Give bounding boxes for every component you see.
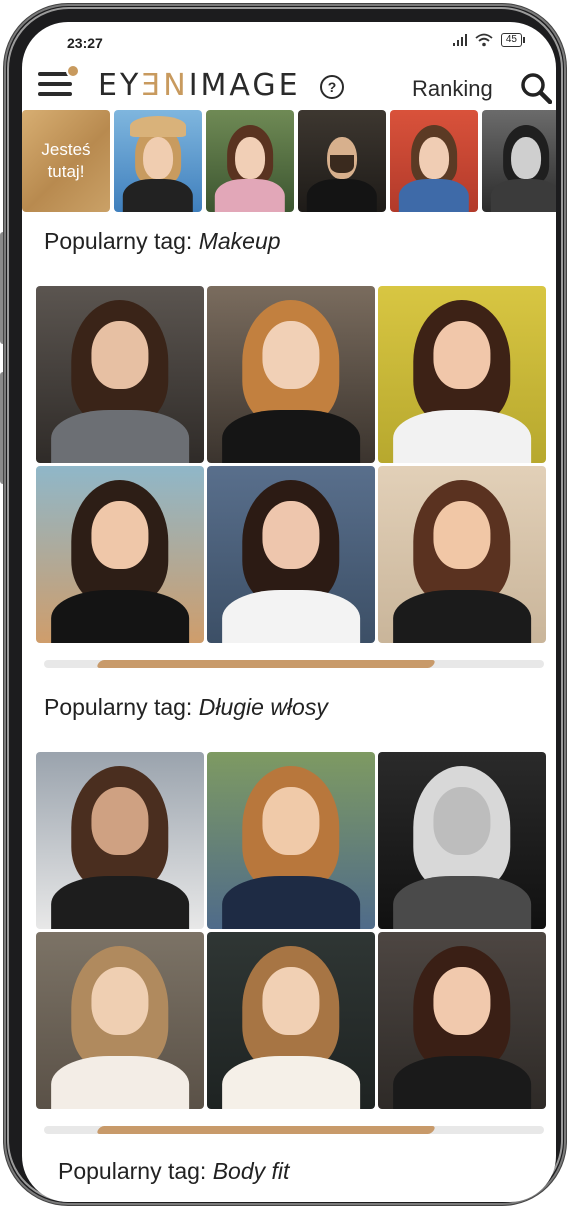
story-you-are-here[interactable]: Jesteś tutaj! <box>22 110 110 212</box>
section-title-makeup: Popularny tag: Makeup <box>44 228 281 255</box>
status-icons: 45 <box>452 33 526 47</box>
photo-tile[interactable] <box>378 286 546 463</box>
story-thumbnail[interactable] <box>482 110 556 212</box>
ranking-link[interactable]: Ranking <box>412 76 493 102</box>
app-header: EYƎNIMAGE ? Ranking <box>22 60 556 110</box>
photo-tile[interactable] <box>207 286 375 463</box>
app-screen: 23:27 45 EYƎNIMAGE ? Ranking Jesteś tuta… <box>22 22 556 1202</box>
photo-tile[interactable] <box>36 286 204 463</box>
photo-tile[interactable] <box>36 752 204 929</box>
section-prefix: Popularny tag: <box>44 228 199 254</box>
story-thumbnail[interactable] <box>206 110 294 212</box>
photo-tile[interactable] <box>36 932 204 1109</box>
photo-tile[interactable] <box>207 932 375 1109</box>
story-thumbnail[interactable] <box>298 110 386 212</box>
story-thumbnail[interactable] <box>390 110 478 212</box>
status-time: 23:27 <box>67 35 103 51</box>
logo-prefix: EY <box>98 68 142 103</box>
help-icon[interactable]: ? <box>320 75 344 99</box>
section-prefix: Popularny tag: <box>58 1158 213 1184</box>
section-tag[interactable]: Makeup <box>199 228 281 254</box>
photo-tile[interactable] <box>378 752 546 929</box>
story-here-line2: tutaj! <box>47 162 85 181</box>
wifi-icon <box>475 33 493 47</box>
photo-tile[interactable] <box>207 752 375 929</box>
phone-frame: 23:27 45 EYƎNIMAGE ? Ranking Jesteś tuta… <box>4 4 566 1205</box>
section-tag[interactable]: Body fit <box>213 1158 290 1184</box>
app-logo[interactable]: EYƎNIMAGE <box>98 68 301 103</box>
photo-grid-dlugie-wlosy <box>36 752 552 1109</box>
scroll-indicator-dlugie-wlosy[interactable] <box>44 1126 544 1134</box>
story-thumbnail[interactable] <box>114 110 202 212</box>
search-icon[interactable] <box>520 72 552 104</box>
photo-tile[interactable] <box>378 466 546 643</box>
section-title-dlugie-wlosy: Popularny tag: Długie włosy <box>44 694 328 721</box>
scroll-indicator-makeup[interactable] <box>44 660 544 668</box>
logo-suffix: IMAGE <box>188 68 301 103</box>
photo-tile[interactable] <box>36 466 204 643</box>
section-prefix: Popularny tag: <box>44 694 199 720</box>
logo-accent: ƎN <box>141 68 189 103</box>
signal-icon <box>452 34 467 46</box>
section-title-body-fit: Popularny tag: Body fit <box>58 1158 289 1185</box>
status-bar: 23:27 45 <box>22 22 556 60</box>
stories-row: Jesteś tutaj! <box>22 110 556 212</box>
story-here-line1: Jesteś <box>41 140 91 159</box>
story-you-are-here-label: Jesteś tutaj! <box>41 139 90 183</box>
notification-dot <box>66 64 80 78</box>
scroll-thumb[interactable] <box>95 1126 437 1134</box>
section-tag[interactable]: Długie włosy <box>199 694 328 720</box>
photo-grid-makeup <box>36 286 552 643</box>
battery-icon: 45 <box>500 33 526 47</box>
photo-tile[interactable] <box>207 466 375 643</box>
hamburger-icon[interactable] <box>38 64 80 98</box>
photo-tile[interactable] <box>378 932 546 1109</box>
scroll-thumb[interactable] <box>95 660 437 668</box>
